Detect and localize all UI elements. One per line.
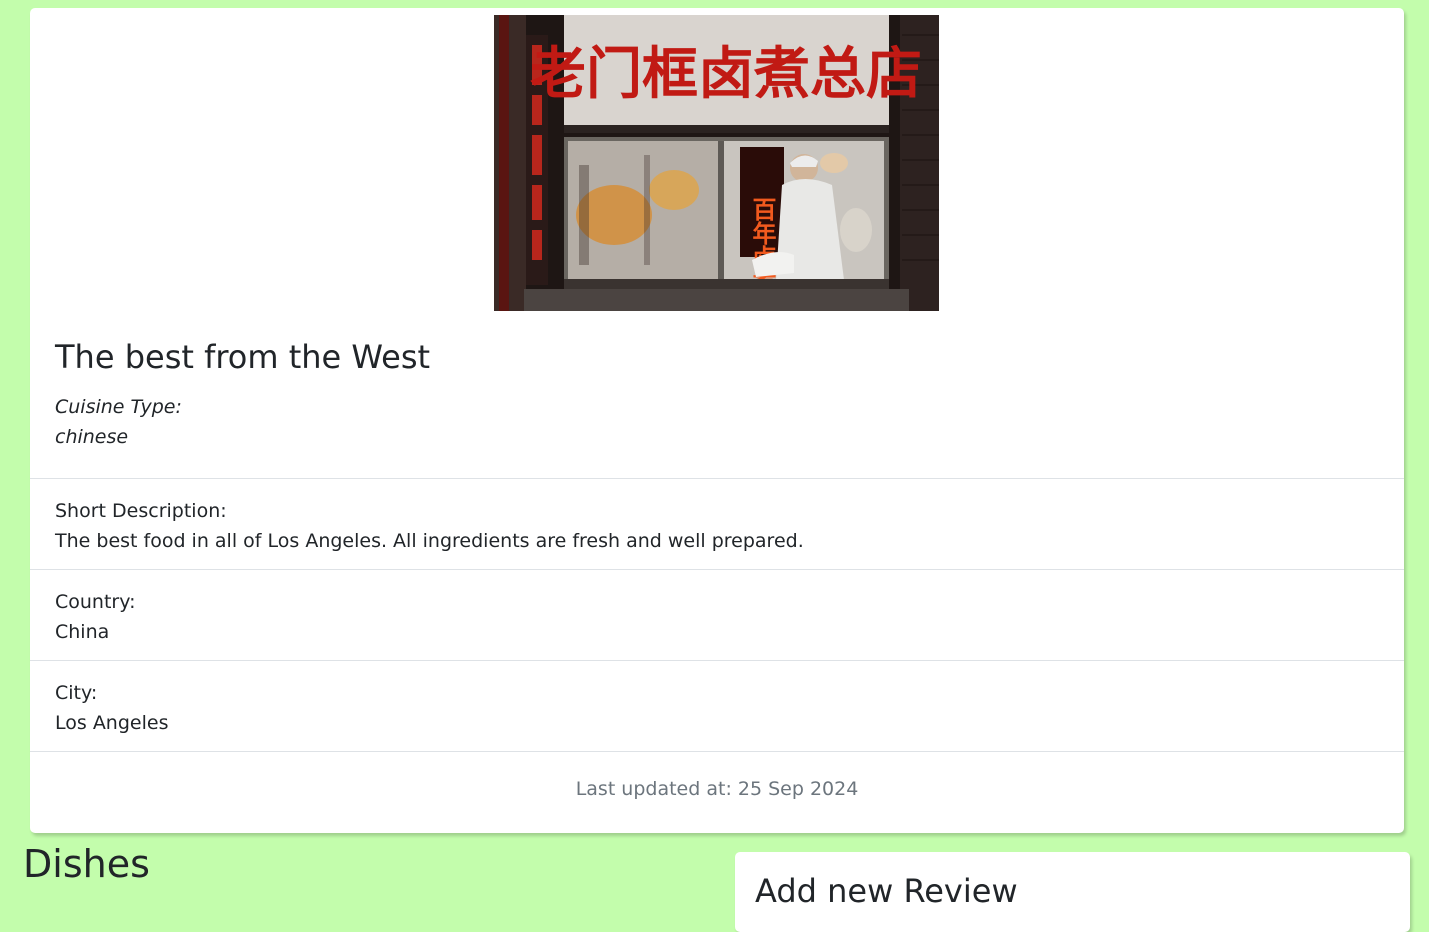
description-label: Short Description:	[55, 500, 227, 522]
restaurant-name: The best from the West	[55, 338, 431, 376]
restaurant-photo: 老门框卤煮总店 百年卤煮	[494, 15, 939, 311]
city-item: City: Los Angeles	[30, 660, 1404, 751]
country-label: Country:	[55, 591, 136, 613]
description-value: The best food in all of Los Angeles. All…	[55, 530, 804, 552]
city-label: City:	[55, 682, 98, 704]
add-review-card: Add new Review	[735, 852, 1410, 932]
restaurant-card: 老门框卤煮总店 百年卤煮 The best from the West Cuis…	[30, 8, 1404, 833]
city-value: Los Angeles	[55, 712, 169, 734]
restaurant-summary: The best from the West Cuisine Type: chi…	[55, 338, 1375, 452]
country-value: China	[55, 621, 110, 643]
cuisine-type: Cuisine Type: chinese	[55, 392, 1375, 452]
add-review-heading: Add new Review	[755, 872, 1018, 910]
sign-text: 老门框卤煮总店	[530, 42, 922, 107]
country-item: Country: China	[30, 569, 1404, 660]
cuisine-value: chinese	[55, 426, 129, 448]
last-updated: Last updated at: 25 Sep 2024	[30, 751, 1404, 833]
description-item: Short Description: The best food in all …	[30, 478, 1404, 569]
dishes-heading: Dishes	[23, 842, 150, 886]
cuisine-label: Cuisine Type:	[55, 396, 182, 418]
window-sign-text: 百年卤煮	[748, 197, 777, 293]
